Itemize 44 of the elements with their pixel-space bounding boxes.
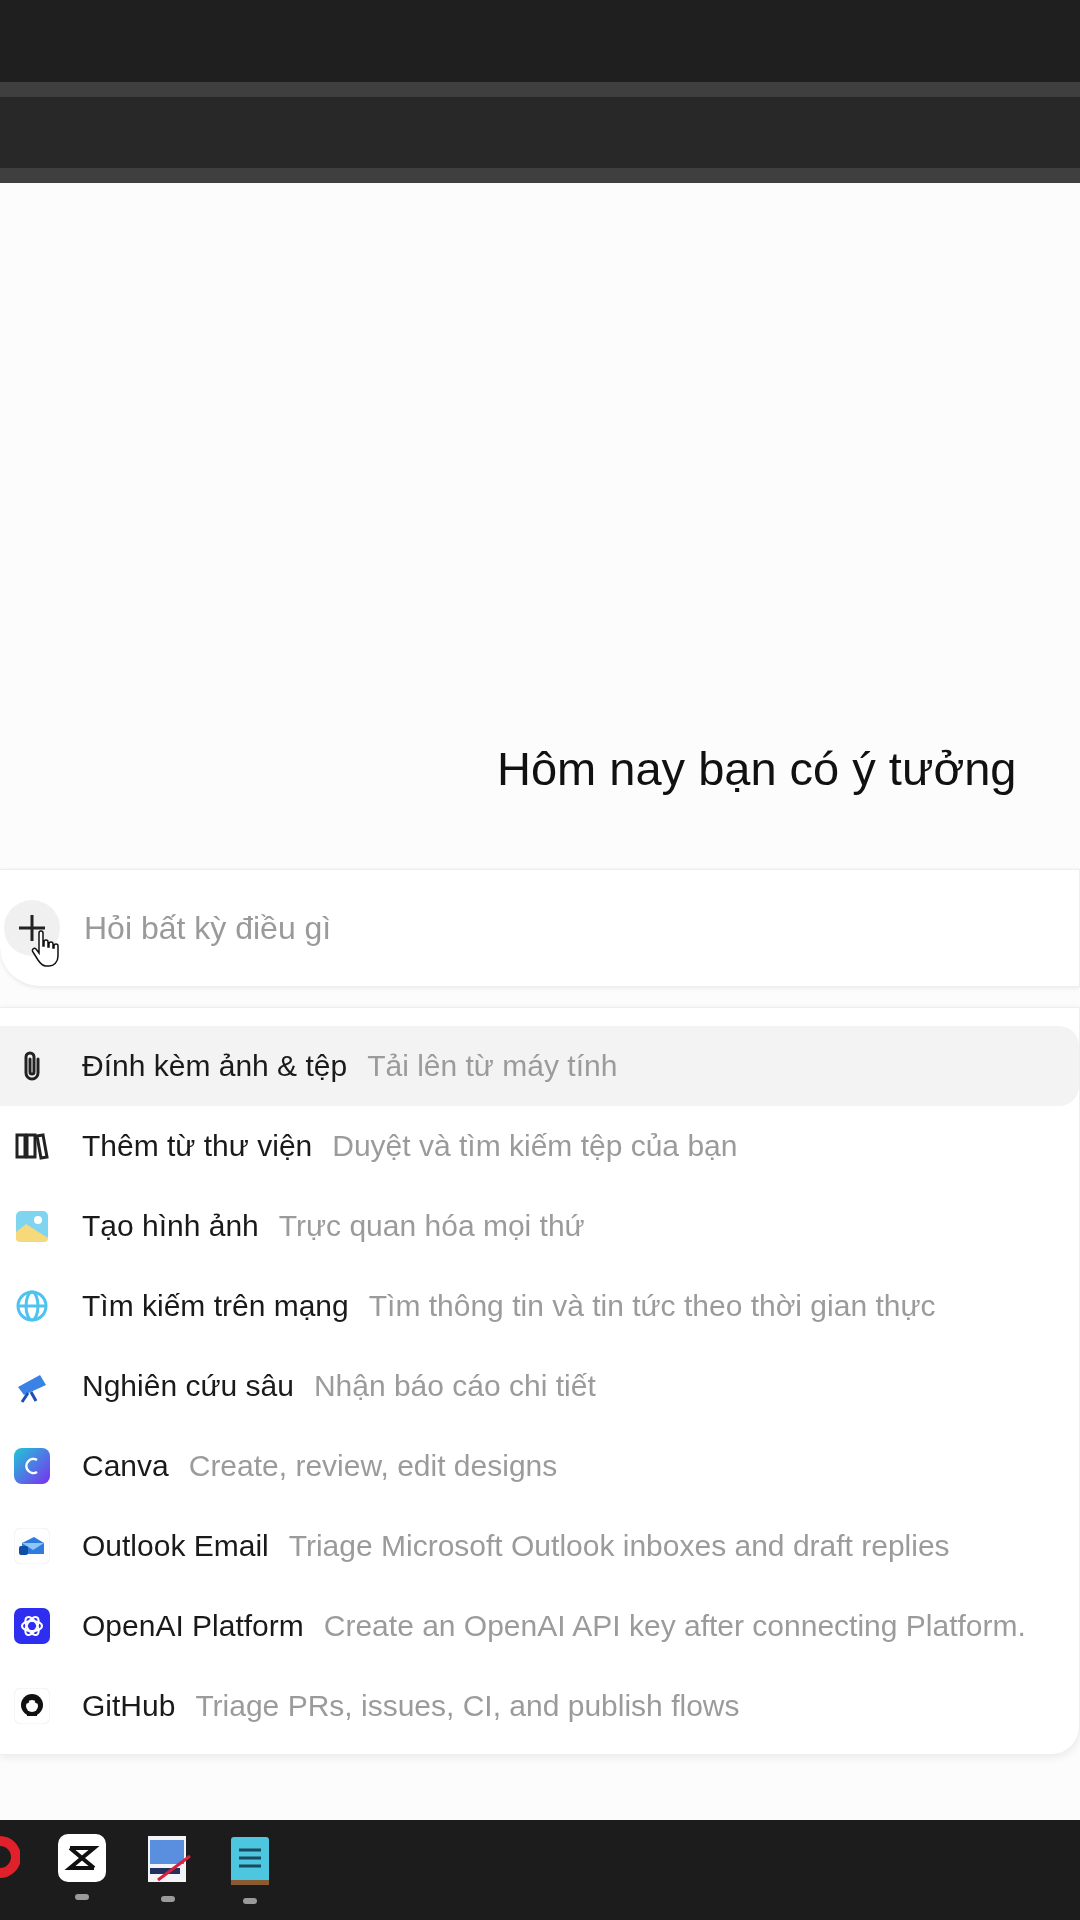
menu-item[interactable]: Đính kèm ảnh & tệp Tải lên từ máy tính [0, 1026, 1079, 1107]
item-title: Đính kèm ảnh & tệp [82, 1049, 348, 1084]
item-description: Create, review, edit designs [188, 1449, 558, 1484]
item-description: Nhận báo cáo chi tiết [313, 1369, 596, 1404]
menu-item[interactable]: Outlook Email Triage Microsoft Outlook inboxes and draft replies [0, 1506, 1079, 1587]
item-description: Triage Microsoft Outlook inboxes and draft replies [288, 1529, 950, 1564]
running-indicator [75, 1894, 89, 1900]
menu-item[interactable]: OpenAI Platform Create an OpenAI API key after connecting Platform. [0, 1586, 1079, 1667]
item-description: Trực quan hóa mọi thứ [278, 1209, 585, 1244]
menu-item[interactable]: Tìm kiếm trên mạng Tìm thông tin và tin tức theo thời gian thực [0, 1266, 1079, 1347]
openai-logo-icon [14, 1608, 50, 1645]
item-title: GitHub [82, 1689, 176, 1724]
item-title: OpenAI Platform [82, 1609, 304, 1644]
running-indicator [161, 1896, 175, 1902]
item-description: Tìm thông tin và tin tức theo thời gian thực [368, 1289, 936, 1324]
canva-logo-icon [14, 1448, 50, 1485]
menu-item[interactable]: Tạo hình ảnh Trực quan hóa mọi thứ [0, 1186, 1079, 1267]
item-title: Nghiên cứu sâu [82, 1369, 294, 1404]
greeting-heading: Hôm nay bạn có ý tưởng [497, 741, 1018, 797]
notepad-app-icon[interactable] [230, 1834, 270, 1886]
item-title: Canva [82, 1449, 169, 1484]
hand-cursor-icon [30, 930, 60, 969]
github-logo-icon [14, 1688, 50, 1725]
item-description: Duyệt và tìm kiếm tệp của bạn [332, 1129, 738, 1164]
ring-app-icon[interactable] [0, 1834, 20, 1880]
message-input[interactable]: Hỏi bất kỳ điều gì [82, 908, 686, 948]
item-title: Tìm kiếm trên mạng [82, 1289, 349, 1324]
books-icon [15, 1132, 49, 1161]
mail-icon [14, 1528, 50, 1565]
item-description: Tải lên từ máy tính [367, 1049, 618, 1084]
item-description: Triage PRs, issues, CI, and publish flows [195, 1689, 740, 1724]
image-icon [15, 1210, 49, 1243]
item-title: Outlook Email [82, 1529, 269, 1564]
menu-item[interactable]: GitHub Triage PRs, issues, CI, and publish flows [0, 1666, 1079, 1747]
plus-icon [17, 913, 47, 944]
globe-icon [15, 1289, 49, 1324]
item-title: Tạo hình ảnh [82, 1209, 259, 1244]
menu-item[interactable]: Thêm từ thư viện Duyệt và tìm kiếm tệp của bạn [0, 1106, 1079, 1187]
running-indicator [243, 1898, 257, 1904]
item-title: Thêm từ thư viện [82, 1129, 313, 1164]
menu-item[interactable]: Canva Create, review, edit designs [0, 1426, 1079, 1507]
menu-item[interactable]: Nghiên cứu sâu Nhận báo cáo chi tiết [0, 1346, 1079, 1427]
item-description: Create an OpenAI API key after connecting Platform. [323, 1609, 1026, 1644]
scissors-app-icon[interactable] [58, 1834, 106, 1882]
